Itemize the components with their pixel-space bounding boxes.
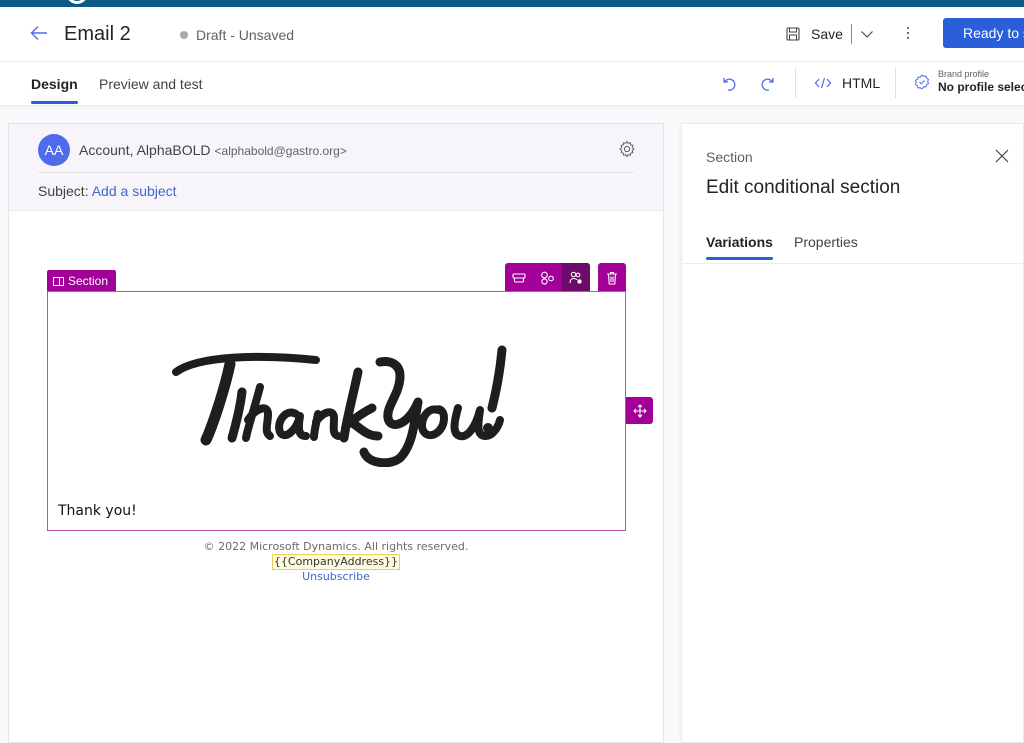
html-button[interactable]: HTML	[814, 75, 880, 91]
shapes-icon	[541, 271, 555, 285]
save-button[interactable]: Save	[786, 24, 874, 44]
close-icon[interactable]	[994, 148, 1010, 164]
toolbar-divider	[895, 68, 896, 98]
undo-icon[interactable]	[720, 75, 738, 93]
redo-icon[interactable]	[759, 75, 777, 93]
copyright-text: © 2022 Microsoft Dynamics. All rights re…	[203, 540, 469, 553]
app-logo-fragment	[66, 0, 88, 4]
section-icon	[53, 276, 64, 286]
from-name: Account, AlphaBOLD	[79, 142, 211, 158]
more-options-icon[interactable]	[901, 22, 915, 44]
from-address: <alphabold@gastro.org>	[214, 144, 347, 158]
save-label: Save	[811, 26, 843, 42]
section-layout-button[interactable]	[505, 263, 533, 292]
ready-to-send-button[interactable]: Ready to send	[943, 18, 1024, 48]
gear-icon[interactable]	[618, 140, 636, 158]
subject-field: Subject: Add a subject	[38, 183, 177, 199]
save-divider	[850, 24, 852, 44]
save-disk-icon	[786, 27, 800, 41]
add-subject-link[interactable]: Add a subject	[92, 183, 177, 199]
tab-preview-and-test[interactable]: Preview and test	[99, 76, 203, 92]
section-tag[interactable]: Section	[47, 270, 117, 292]
panel-kicker: Section	[706, 149, 753, 165]
code-icon	[814, 77, 832, 89]
tab-variations[interactable]: Variations	[706, 234, 773, 260]
section-conditional-button[interactable]	[561, 263, 590, 292]
section-group-button[interactable]	[533, 263, 561, 292]
people-settings-icon	[569, 271, 582, 284]
page-header: Email 2 Draft - Unsaved Save Ready to se…	[0, 7, 1024, 62]
email-footer: © 2022 Microsoft Dynamics. All rights re…	[9, 540, 663, 584]
panel-tabs-divider	[682, 263, 1024, 264]
move-arrows-icon	[632, 403, 647, 418]
brand-profile-label: Brand profile	[938, 69, 990, 79]
properties-panel: Section Edit conditional section Variati…	[681, 123, 1024, 743]
delete-section-button[interactable]	[598, 263, 626, 292]
avatar: AA	[38, 134, 70, 166]
unsubscribe-link[interactable]: Unsubscribe	[302, 570, 370, 583]
status-dot-icon	[180, 31, 188, 39]
chevron-down-icon[interactable]	[860, 27, 874, 41]
move-handle[interactable]	[626, 397, 653, 424]
editor-toolbar: Design Preview and test HTML Brand profi…	[0, 62, 1024, 106]
status-text: Draft - Unsaved	[196, 27, 295, 43]
section-toolbar	[505, 263, 590, 292]
email-canvas: AA Account, AlphaBOLD <alphabold@gastro.o…	[8, 123, 664, 743]
brand-profile-value: No profile selected	[938, 80, 1024, 94]
brand-profile-selector[interactable]: Brand profile No profile selected	[914, 69, 1024, 94]
panel-title: Edit conditional section	[706, 177, 901, 198]
toolbar-divider	[795, 68, 796, 98]
app-top-bar	[0, 0, 1024, 7]
back-arrow-icon[interactable]	[28, 22, 50, 44]
thank-you-image[interactable]: Thank You!	[168, 342, 508, 467]
page-title: Email 2	[64, 23, 131, 45]
layout-rows-icon	[512, 272, 526, 283]
section-tag-label: Section	[68, 274, 109, 288]
email-header: AA Account, AlphaBOLD <alphabold@gastro.o…	[9, 124, 663, 211]
subject-label: Subject:	[38, 183, 89, 199]
company-address-token[interactable]: {{CompanyAddress}}	[271, 554, 401, 570]
trash-icon	[607, 271, 617, 285]
brand-badge-icon	[914, 73, 930, 90]
body-text[interactable]: Thank you!	[58, 503, 137, 519]
from-field[interactable]: Account, AlphaBOLD <alphabold@gastro.org>	[79, 142, 347, 158]
header-divider	[38, 172, 634, 173]
tab-design[interactable]: Design	[31, 76, 78, 104]
html-label: HTML	[842, 75, 881, 91]
status-badge: Draft - Unsaved	[180, 27, 294, 43]
tab-properties[interactable]: Properties	[794, 234, 858, 250]
conditional-section[interactable]: Thank You! Thank you!	[47, 291, 626, 531]
